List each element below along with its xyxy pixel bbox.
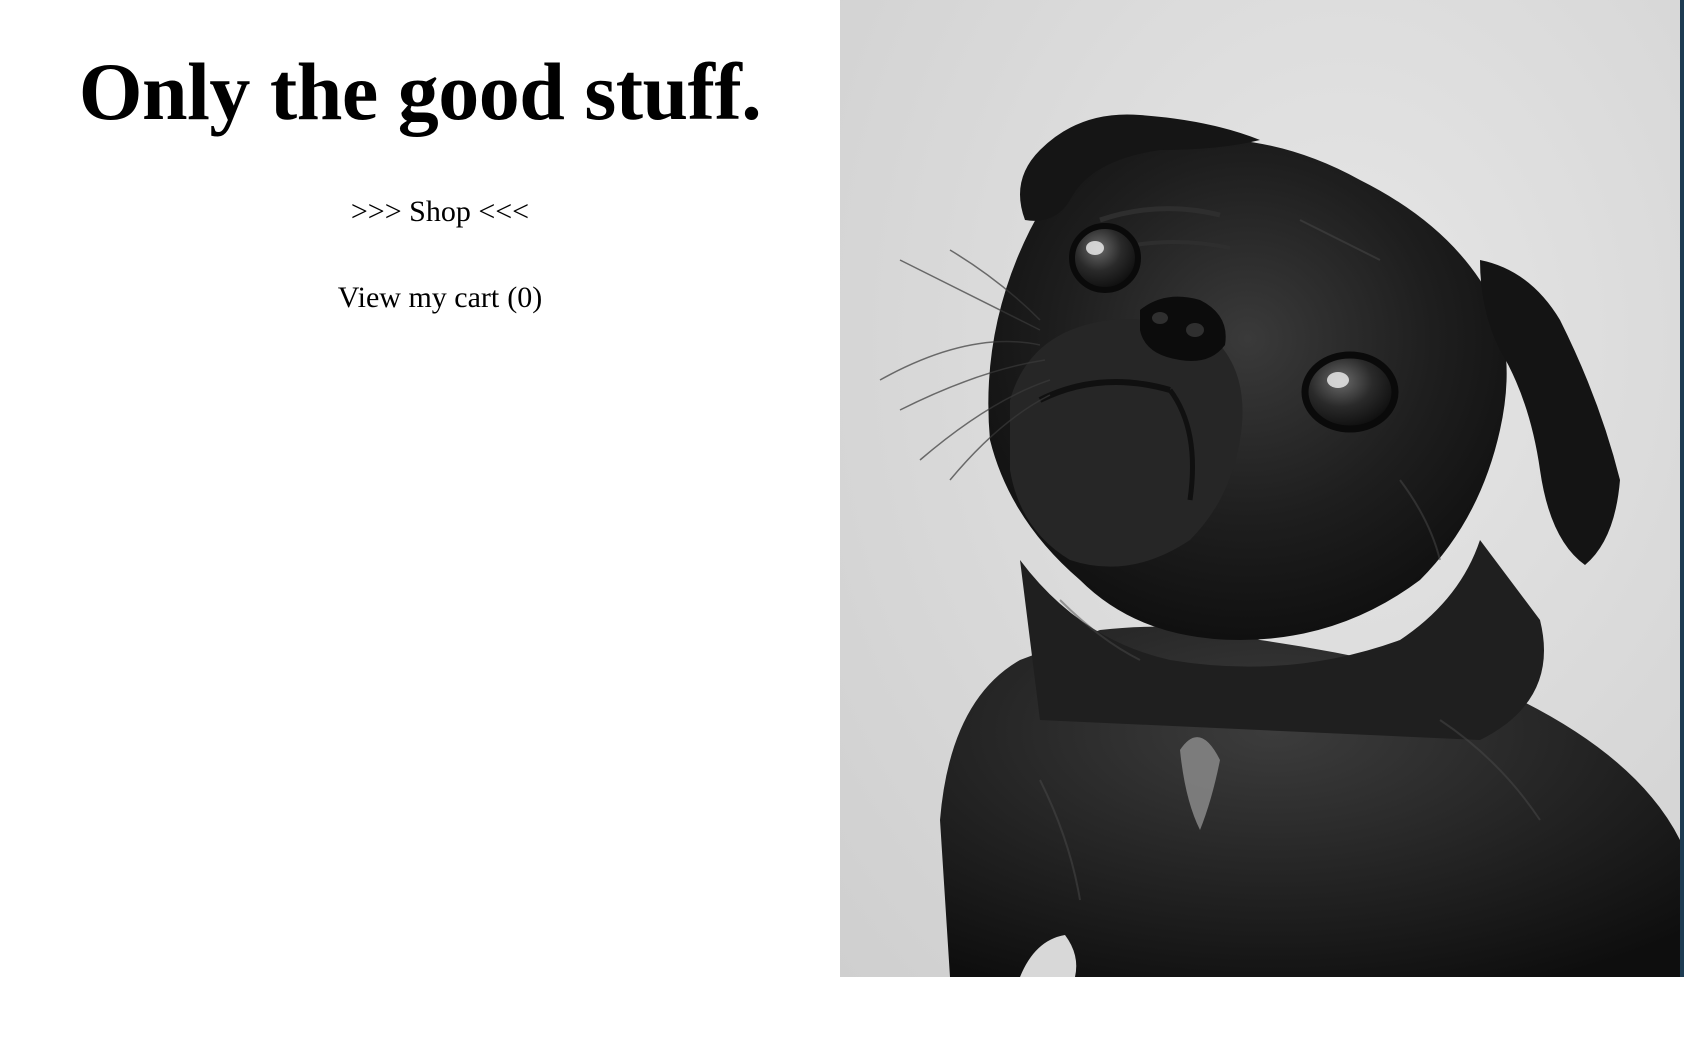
view-cart-link[interactable]: View my cart (0) [0, 280, 880, 316]
page: Only the good stuff. >>> Shop <<< View m… [0, 0, 1684, 1052]
pug-photo [840, 0, 1680, 977]
right-eye [1301, 351, 1399, 433]
left-eye [1069, 223, 1141, 293]
hero-section: Only the good stuff. >>> Shop <<< View m… [0, 0, 840, 1052]
pug-illustration [879, 114, 1680, 977]
cart-link-label: View my cart [337, 281, 500, 314]
cart-count: (0) [507, 281, 543, 314]
page-title: Only the good stuff. [78, 46, 762, 137]
shop-link[interactable]: >>> Shop <<< [0, 194, 880, 230]
scrollbar-edge [1680, 0, 1684, 977]
